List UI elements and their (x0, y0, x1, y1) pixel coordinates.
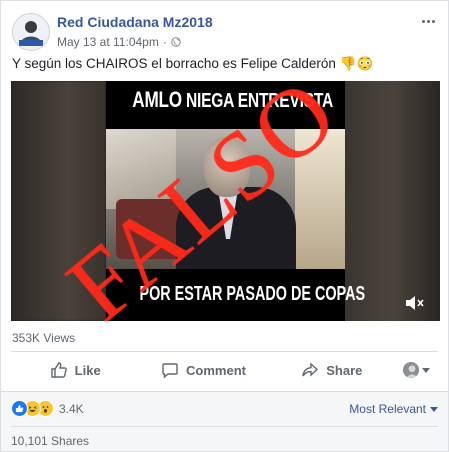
footer-divider (11, 426, 438, 427)
comment-label: Comment (186, 362, 246, 378)
comment-button[interactable]: Comment (139, 355, 267, 385)
comment-sort-dropdown[interactable]: Most Relevant (349, 402, 438, 416)
post-header: Red Ciudadana Mz2018 May 13 at 11:04pm · (12, 13, 438, 53)
reaction-summary[interactable]: 3.4K (11, 400, 84, 417)
sort-label: Most Relevant (349, 402, 426, 416)
avatar-image (13, 14, 49, 50)
post-message: Y según los CHAIROS el borracho es Felip… (12, 56, 336, 71)
globe-icon[interactable] (170, 37, 181, 47)
reaction-count: 3.4K (59, 401, 84, 416)
share-label: Share (326, 362, 363, 378)
like-label: Like (74, 362, 101, 378)
share-button[interactable]: Share (268, 355, 396, 385)
share-count[interactable]: 10,101 Shares (11, 434, 89, 448)
video-player[interactable]: AMLO NIEGA ENTREVISTA POR ESTAR PASADO D… (11, 81, 440, 321)
chevron-down-icon (422, 367, 431, 373)
viewer-avatar (403, 362, 420, 378)
speech-bubble-icon (162, 363, 178, 379)
thumbs-up-icon (50, 362, 67, 378)
more-options-icon[interactable] (418, 13, 438, 29)
post-emojis: 👎😳 (339, 56, 374, 71)
audience-selector[interactable] (396, 355, 438, 385)
action-bar: Like Comment Share (11, 355, 438, 385)
page-avatar[interactable] (12, 13, 50, 51)
post-footer: 3.4K Most Relevant 10,101 Shares (1, 391, 448, 451)
post-meta: May 13 at 11:04pm · (57, 35, 181, 49)
page-name-link[interactable]: Red Ciudadana Mz2018 (57, 14, 213, 30)
divider (11, 351, 438, 352)
chevron-down-icon (430, 406, 438, 412)
caption-top-a: AMLO (132, 87, 182, 112)
share-arrow-icon (302, 362, 319, 377)
like-reaction-icon (11, 400, 28, 417)
post-timestamp[interactable]: May 13 at 11:04pm (57, 35, 159, 49)
speaker-muted-icon[interactable] (404, 295, 426, 311)
like-button[interactable]: Like (11, 355, 139, 385)
view-count: 353K Views (12, 331, 76, 345)
post-card: Red Ciudadana Mz2018 May 13 at 11:04pm ·… (0, 0, 449, 452)
post-text: Y según los CHAIROS el borracho es Felip… (12, 56, 438, 72)
meta-separator: · (162, 35, 167, 49)
